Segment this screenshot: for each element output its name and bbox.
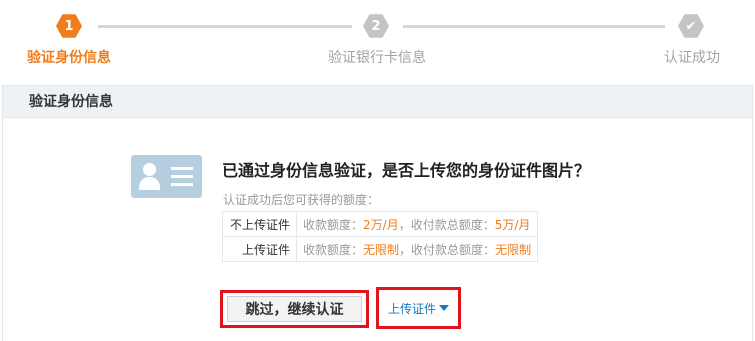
upload-label: 上传证件 xyxy=(387,301,436,316)
avatar-head xyxy=(143,163,156,176)
separator: ， xyxy=(399,242,412,257)
quota-row-label: 不上传证件 xyxy=(222,211,297,237)
table-row: 不上传证件 收款额度：2万/月，收付款总额度：5万/月 xyxy=(222,211,539,237)
step-2-indicator: 2 xyxy=(363,14,389,38)
avatar-body xyxy=(139,177,160,190)
step-1-indicator: 1 xyxy=(56,14,82,38)
quota-hint: 认证成功后您可获得的额度： xyxy=(223,193,380,207)
step-1-label: 验证身份信息 xyxy=(27,50,111,66)
panel-title: 验证身份信息 xyxy=(3,86,752,118)
receive-label: 收款额度： xyxy=(303,242,364,257)
card-line xyxy=(171,175,193,178)
upload-question: 已通过身份信息验证，是否上传您的身份证件图片？ xyxy=(222,161,591,180)
quota-row-detail: 收款额度：2万/月，收付款总额度：5万/月 xyxy=(295,211,539,237)
caret-down-icon xyxy=(439,305,449,311)
quota-row-detail: 收款额度：无限制，收付款总额度：无限制 xyxy=(295,236,539,262)
skip-button-label: 跳过，继续认证 xyxy=(227,296,362,322)
step-connector-2 xyxy=(403,25,665,28)
card-line xyxy=(171,183,193,186)
card-line xyxy=(171,167,193,170)
table-row: 上传证件 收款额度：无限制，收付款总额度：无限制 xyxy=(222,236,539,262)
pay-label: 收付款总额度： xyxy=(411,242,496,257)
skip-button[interactable]: 跳过，继续认证 xyxy=(220,290,369,328)
step-3-label: 认证成功 xyxy=(664,50,720,66)
step-connector-1 xyxy=(98,25,352,28)
step-3-check: ✔ xyxy=(685,18,697,34)
quota-row-label: 上传证件 xyxy=(222,236,297,262)
separator: ， xyxy=(398,217,411,232)
check-icon: ✔ xyxy=(678,14,704,38)
receive-value: 无限制 xyxy=(363,242,400,257)
pay-label: 收付款总额度： xyxy=(410,217,495,232)
receive-label: 收款额度： xyxy=(303,217,364,232)
step-2-number: 2 xyxy=(371,18,381,34)
step-1-number: 1 xyxy=(64,18,74,34)
pay-value: 5万/月 xyxy=(494,217,531,232)
id-card-icon xyxy=(131,155,202,198)
pay-value: 无限制 xyxy=(495,242,532,257)
step-2-label: 验证银行卡信息 xyxy=(328,50,426,66)
progress-stepper: 1 2 ✔ 验证身份信息 验证银行卡信息 认证成功 xyxy=(0,0,755,80)
quota-table: 不上传证件 收款额度：2万/月，收付款总额度：5万/月 上传证件 收款额度：无限… xyxy=(222,211,539,262)
upload-id-dropdown[interactable]: 上传证件 xyxy=(376,287,461,329)
receive-value: 2万/月 xyxy=(363,217,399,232)
